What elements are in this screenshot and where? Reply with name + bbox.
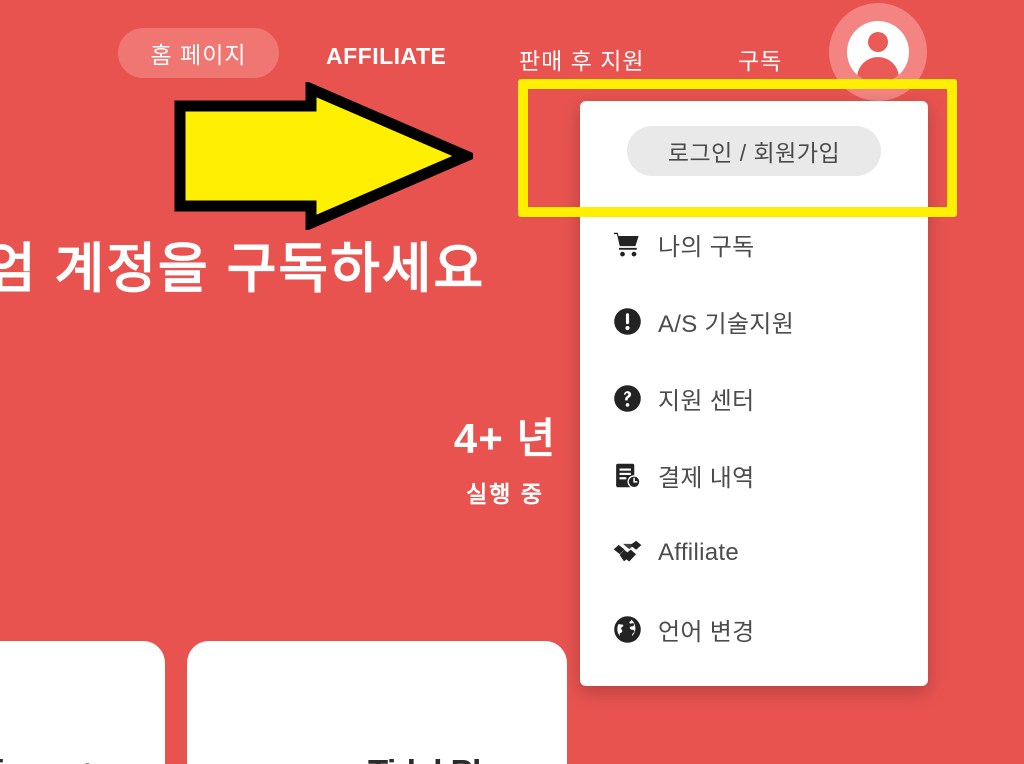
hero-stat-value: 4+ 년 (453, 415, 557, 462)
annotation-arrow-icon (174, 82, 473, 230)
exclamation-circle-icon (608, 307, 646, 336)
question-circle-icon (608, 384, 646, 413)
nav-item-affiliate[interactable]: AFFILIATE (326, 43, 446, 70)
login-row: 로그인 / 회원가입 (580, 101, 928, 200)
hero-heading: 엄 계정을 구독하세요 (0, 239, 486, 299)
plan-card[interactable]: isney+ (0, 641, 165, 764)
user-avatar-icon[interactable] (829, 3, 927, 101)
handshake-icon (608, 537, 646, 568)
menu-item-support-center-label: 지원 센터 (658, 388, 755, 415)
menu-item-my-subscriptions[interactable]: 나의 구독 (580, 206, 928, 283)
menu-item-payment-history-label: 결제 내역 (658, 465, 755, 492)
nav-item-home-label: 홈 페이지 (150, 42, 247, 68)
hero-stat: 4+ 년 실행 중 (430, 415, 580, 509)
menu-item-affiliate-label: Affiliate (658, 538, 739, 566)
login-signup-label: 로그인 / 회원가입 (667, 139, 841, 166)
nav-item-after-sales-support-label: 판매 후 지원 (519, 48, 645, 74)
menu-item-technical-support[interactable]: A/S 기술지원 (580, 283, 928, 360)
nav-item-subscribe[interactable]: 구독 (738, 42, 782, 76)
avatar-circle (847, 21, 909, 83)
top-navigation-bar: 홈 페이지 AFFILIATE 판매 후 지원 구독 (0, 0, 1024, 101)
shopping-cart-icon (608, 230, 646, 260)
plan-card-title: Tidal Plus (368, 753, 519, 764)
globe-icon (608, 615, 646, 644)
nav-item-home[interactable]: 홈 페이지 (118, 28, 279, 78)
nav-item-affiliate-label: AFFILIATE (326, 43, 447, 69)
avatar-head-shape (868, 32, 888, 52)
page-root: 홈 페이지 AFFILIATE 판매 후 지원 구독 엄 계정을 구독하세요 4… (0, 0, 1024, 764)
nav-item-after-sales-support[interactable]: 판매 후 지원 (519, 42, 645, 76)
menu-item-support-center[interactable]: 지원 센터 (580, 360, 928, 437)
plan-card-title: isney+ (0, 753, 97, 764)
menu-item-change-language[interactable]: 언어 변경 (580, 591, 928, 668)
receipt-clock-icon (608, 461, 646, 490)
menu-item-my-subscriptions-label: 나의 구독 (658, 234, 755, 261)
login-signup-button[interactable]: 로그인 / 회원가입 (627, 125, 881, 176)
menu-item-affiliate[interactable]: Affiliate (580, 514, 928, 591)
menu-item-technical-support-label: A/S 기술지원 (658, 311, 795, 338)
menu-item-payment-history[interactable]: 결제 내역 (580, 437, 928, 514)
avatar-body-shape (857, 57, 899, 83)
plan-card[interactable]: Tidal Plus (187, 641, 567, 764)
menu-item-change-language-label: 언어 변경 (658, 619, 755, 646)
nav-item-subscribe-label: 구독 (738, 48, 783, 74)
hero-stat-label: 실행 중 (466, 481, 544, 507)
account-dropdown-menu: 로그인 / 회원가입 나의 구독 A/S 기술지원 지원 센터 결제 내역 Af… (580, 101, 928, 686)
